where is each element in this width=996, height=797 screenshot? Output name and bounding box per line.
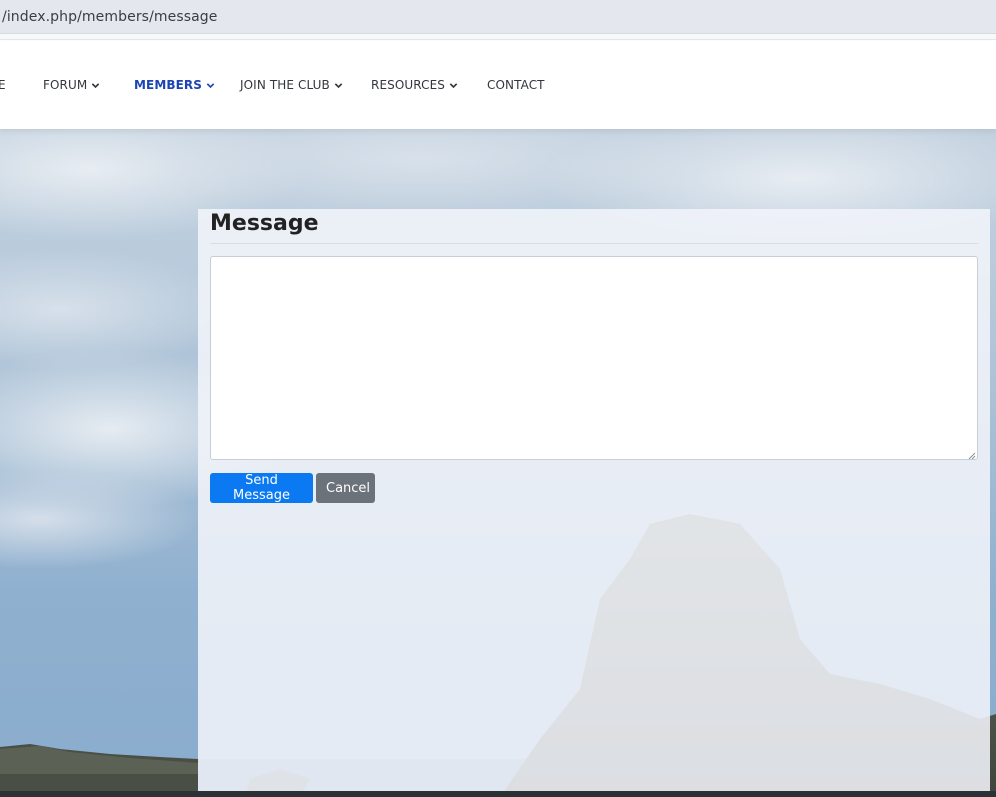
message-textarea[interactable] bbox=[210, 256, 978, 460]
nav-item-contact[interactable]: CONTACT bbox=[487, 78, 545, 92]
page-title: Message bbox=[210, 211, 319, 236]
nav-item-label: E bbox=[0, 78, 6, 92]
cancel-button[interactable]: Cancel bbox=[316, 473, 375, 503]
nav-item-members[interactable]: MEMBERS bbox=[134, 78, 216, 92]
chevron-down-icon bbox=[449, 80, 459, 90]
chevron-down-icon bbox=[91, 80, 101, 90]
nav-item-label: CONTACT bbox=[487, 78, 545, 92]
page-bottom-edge bbox=[0, 791, 996, 797]
nav-item-label: RESOURCES bbox=[371, 78, 445, 92]
chevron-down-icon bbox=[334, 80, 344, 90]
browser-toolbar-gap bbox=[0, 34, 996, 40]
nav-item-label: FORUM bbox=[43, 78, 88, 92]
url-text[interactable]: /index.php/members/message bbox=[2, 9, 218, 25]
site-header: E FORUM MEMBERS JOIN THE CLUB RESOURCES bbox=[0, 41, 996, 129]
nav-item-resources[interactable]: RESOURCES bbox=[371, 78, 459, 92]
title-divider bbox=[210, 243, 978, 244]
nav-item-label: JOIN THE CLUB bbox=[240, 78, 330, 92]
nav-item-home[interactable]: E bbox=[0, 78, 6, 92]
resize-grip-icon[interactable] bbox=[967, 451, 976, 460]
nav-item-join-the-club[interactable]: JOIN THE CLUB bbox=[240, 78, 344, 92]
send-message-button[interactable]: Send Message bbox=[210, 473, 313, 503]
nav-item-label: MEMBERS bbox=[134, 78, 203, 92]
nav-item-forum[interactable]: FORUM bbox=[43, 78, 101, 92]
message-panel: Message Send Message Cancel bbox=[198, 209, 990, 791]
chevron-down-icon bbox=[206, 80, 216, 90]
browser-url-bar[interactable]: /index.php/members/message bbox=[0, 0, 996, 34]
